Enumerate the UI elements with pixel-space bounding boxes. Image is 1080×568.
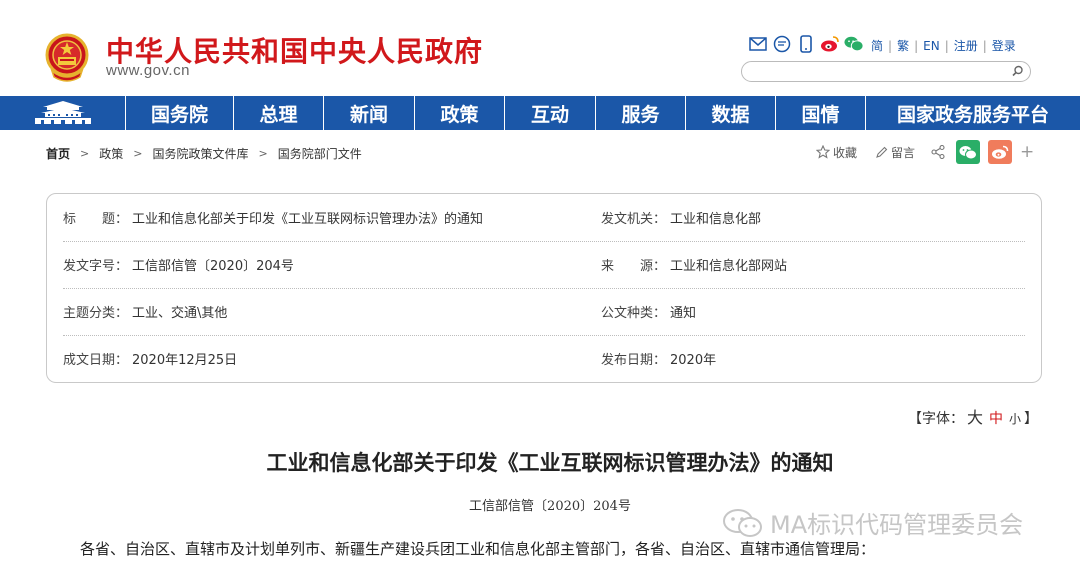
- info-value-doc-number: 工信部信管〔2020〕204号: [132, 259, 294, 274]
- mail-icon[interactable]: [748, 34, 768, 54]
- nav-item-state-council[interactable]: 国务院: [126, 96, 234, 130]
- share-toolbar: 收藏 留言 +: [816, 140, 1034, 164]
- info-label-source: 来 源：: [601, 259, 667, 274]
- pencil-icon: [876, 146, 888, 158]
- tiananmen-icon: [34, 101, 91, 124]
- info-row: 主题分类： 工业、交通\其他 公文种类： 通知: [63, 288, 1025, 335]
- comment-label: 留言: [891, 145, 916, 160]
- breadcrumb-arrow-icon: >: [133, 147, 143, 160]
- nav-item-data[interactable]: 数据: [686, 96, 776, 130]
- font-size-switcher: 【字体： 大 中 小 】: [908, 404, 1038, 428]
- wechat-icon[interactable]: [844, 34, 864, 54]
- nav-item-interaction[interactable]: 互动: [505, 96, 596, 130]
- breadcrumb-department-docs[interactable]: 国务院部门文件: [278, 145, 362, 162]
- info-row: 发文字号： 工信部信管〔2020〕204号 来 源： 工业和信息化部网站: [63, 241, 1025, 288]
- national-emblem-logo[interactable]: [44, 33, 90, 83]
- favorite-button[interactable]: 收藏: [816, 144, 857, 161]
- info-value-source: 工业和信息化部网站: [670, 259, 788, 274]
- info-row: 标 题： 工业和信息化部关于印发《工业互联网标识管理办法》的通知 发文机关： 工…: [63, 194, 1025, 241]
- lang-english-link[interactable]: EN: [923, 39, 940, 53]
- search-icon[interactable]: [1010, 64, 1025, 79]
- info-value-doc-type: 通知: [670, 306, 697, 321]
- mobile-icon[interactable]: [796, 34, 816, 54]
- favorite-label: 收藏: [833, 145, 858, 160]
- info-value-publish-date: 2020年: [670, 353, 717, 368]
- info-row: 成文日期： 2020年12月25日 发布日期： 2020年: [63, 335, 1025, 382]
- breadcrumb: 首页 > 政策 > 国务院政策文件库 > 国务院部门文件: [46, 145, 362, 162]
- search-input[interactable]: [752, 63, 1002, 80]
- info-label-issuer: 发文机关：: [601, 212, 667, 227]
- breadcrumb-policy[interactable]: 政策: [99, 145, 123, 162]
- lang-simplified-link[interactable]: 简: [871, 37, 883, 54]
- site-header: 中华人民共和国中央人民政府 www.gov.cn 简 | 繁 | EN | 注册…: [0, 0, 1080, 96]
- weibo-icon[interactable]: [820, 34, 840, 54]
- info-col2: 发布日期： 2020年: [601, 349, 716, 368]
- weibo-share-icon[interactable]: [988, 140, 1013, 164]
- wechat-share-icon[interactable]: [956, 140, 981, 164]
- info-label-publish-date: 发布日期：: [601, 353, 667, 368]
- breadcrumb-arrow-icon: >: [258, 147, 268, 160]
- comment-button[interactable]: 留言: [875, 144, 915, 161]
- watermark: MA标识代码管理委员会: [722, 505, 1023, 540]
- wechat-icon: [723, 508, 762, 537]
- nav-item-national-info[interactable]: 国情: [776, 96, 866, 130]
- breadcrumb-arrow-icon: >: [80, 147, 90, 160]
- font-size-small[interactable]: 小: [1009, 410, 1021, 427]
- top-icon-group: [748, 34, 864, 54]
- info-value-written-date: 2020年12月25日: [132, 353, 238, 368]
- info-label-doc-number: 发文字号：: [63, 259, 129, 274]
- divider: |: [914, 38, 919, 53]
- info-label-category: 主题分类：: [63, 306, 129, 321]
- divider: |: [944, 38, 949, 53]
- nav-item-gov-service-platform[interactable]: 国家政务服务平台: [866, 96, 1080, 130]
- info-col2: 公文种类： 通知: [601, 302, 696, 321]
- info-col2: 发文机关： 工业和信息化部: [601, 208, 761, 227]
- font-size-close: 】: [1024, 411, 1039, 427]
- search-box: [741, 61, 1031, 82]
- nav-home-tiananmen[interactable]: [0, 96, 126, 130]
- breadcrumb-home[interactable]: 首页: [46, 145, 70, 162]
- star-icon: [816, 145, 830, 159]
- share-icon[interactable]: [931, 145, 948, 159]
- info-value-category: 工业、交通\其他: [132, 306, 228, 321]
- nav-item-premier[interactable]: 总理: [234, 96, 324, 130]
- info-value-title: 工业和信息化部关于印发《工业互联网标识管理办法》的通知: [132, 212, 484, 227]
- lang-traditional-link[interactable]: 繁: [897, 37, 909, 54]
- document-info-table: 标 题： 工业和信息化部关于印发《工业互联网标识管理办法》的通知 发文机关： 工…: [46, 193, 1042, 383]
- info-label-written-date: 成文日期：: [63, 353, 129, 368]
- info-col2: 来 源： 工业和信息化部网站: [601, 255, 787, 274]
- message-icon[interactable]: [772, 34, 792, 54]
- info-value-issuer: 工业和信息化部: [670, 212, 762, 227]
- site-url[interactable]: www.gov.cn: [106, 62, 190, 79]
- more-icon[interactable]: +: [1020, 142, 1034, 162]
- register-link[interactable]: 注册: [954, 37, 978, 54]
- article-title: 工业和信息化部关于印发《工业互联网标识管理办法》的通知: [266, 450, 834, 475]
- divider: |: [888, 38, 893, 53]
- divider: |: [982, 38, 987, 53]
- info-label-doc-type: 公文种类：: [601, 306, 667, 321]
- nav-item-services[interactable]: 服务: [596, 96, 686, 130]
- top-link-group: 简 | 繁 | EN | 注册 | 登录: [871, 37, 1016, 54]
- article-first-line: 各省、自治区、直辖市及计划单列市、新疆生产建设兵团工业和信息化部主管部门，各省、…: [80, 540, 876, 558]
- font-size-medium[interactable]: 中: [989, 408, 1003, 428]
- font-size-large[interactable]: 大: [967, 404, 983, 428]
- login-link[interactable]: 登录: [992, 37, 1016, 54]
- font-size-open: 【字体：: [908, 411, 964, 427]
- breadcrumb-policy-library[interactable]: 国务院政策文件库: [152, 145, 248, 162]
- main-nav: 国务院 总理 新闻 政策 互动 服务 数据 国情 国家政务服务平台: [0, 96, 1080, 130]
- watermark-text: MA标识代码管理委员会: [770, 511, 1024, 539]
- nav-item-news[interactable]: 新闻: [324, 96, 415, 130]
- info-label-title: 标 题：: [63, 212, 129, 227]
- nav-item-policy[interactable]: 政策: [415, 96, 505, 130]
